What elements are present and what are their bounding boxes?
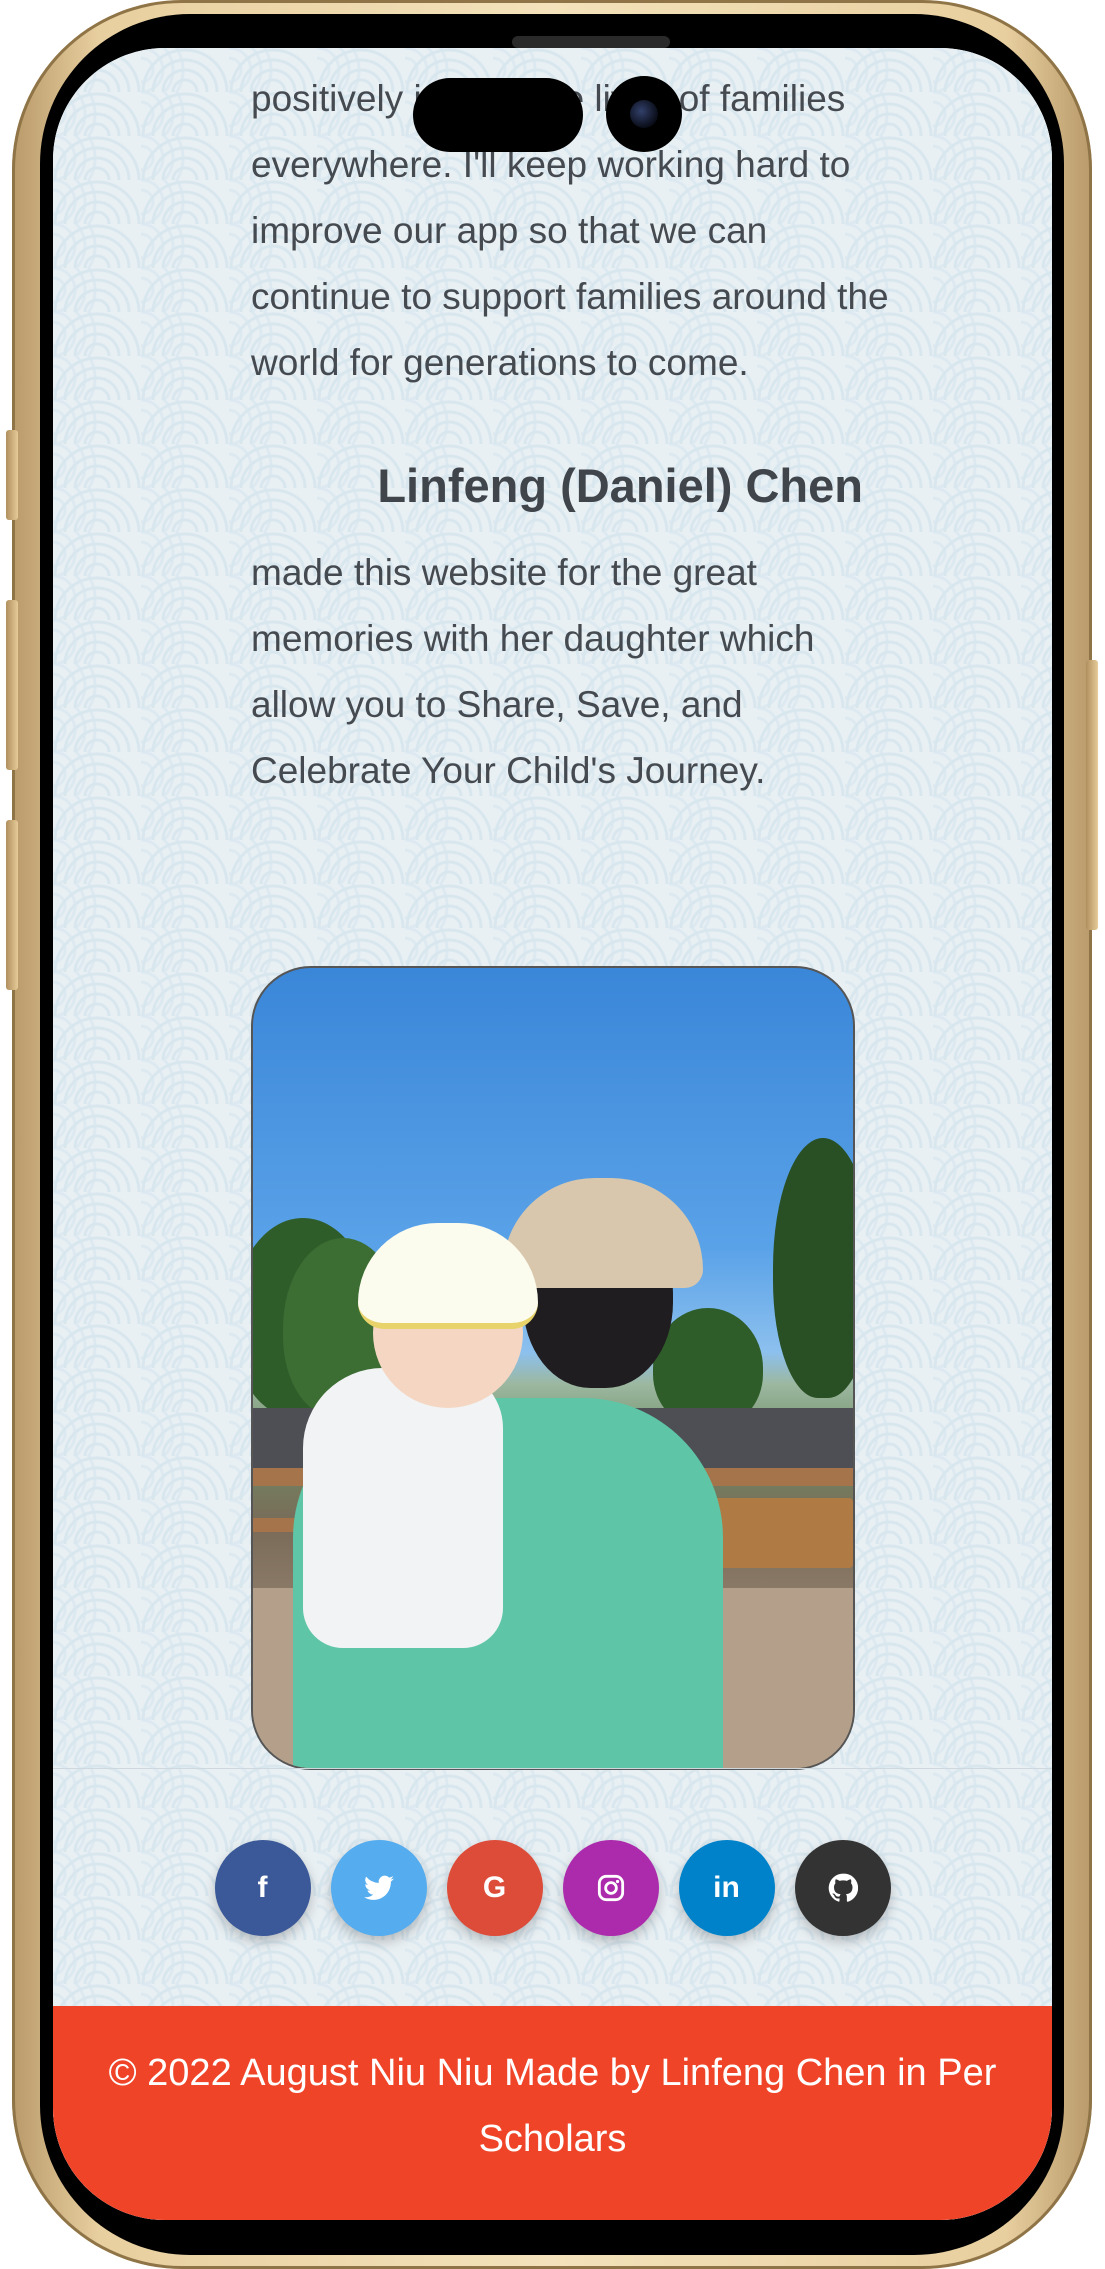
bench: [713, 1498, 853, 1568]
instagram-icon: [597, 1874, 624, 1902]
linkedin-button[interactable]: in: [678, 1840, 775, 1936]
action-button: [6, 430, 18, 520]
twitter-icon: [363, 1875, 394, 1900]
camera-lens-icon: [630, 100, 658, 128]
author-name: Linfeng (Daniel) Chen: [377, 459, 863, 512]
instagram-button[interactable]: [562, 1840, 659, 1936]
power-button: [1086, 660, 1098, 930]
tree-shape: [773, 1138, 853, 1398]
google-icon: G: [482, 1871, 507, 1904]
section-divider: [53, 1768, 1052, 1769]
github-icon: [828, 1873, 858, 1902]
family-photo: [251, 966, 855, 1770]
twitter-button[interactable]: [330, 1840, 427, 1936]
linkedin-icon: in: [713, 1871, 740, 1904]
footer: © 2022 August Niu Niu Made by Linfeng Ch…: [53, 2006, 1052, 2220]
screen: positively impact the lives of families …: [53, 48, 1052, 2220]
volume-down-button: [6, 820, 18, 990]
speaker-grille: [512, 36, 670, 48]
footer-copyright: © 2022 August Niu Niu Made by Linfeng Ch…: [108, 2052, 997, 2160]
google-button[interactable]: G: [446, 1840, 543, 1936]
dynamic-island: [413, 78, 583, 152]
page-content: positively impact the lives of families …: [53, 48, 1052, 2220]
facebook-icon: f: [257, 1871, 268, 1904]
author-bio: made this website for the great memories…: [251, 552, 815, 791]
baby-body: [303, 1368, 503, 1648]
man-cap: [503, 1178, 703, 1288]
volume-up-button: [6, 600, 18, 770]
front-camera: [606, 76, 682, 152]
facebook-button[interactable]: f: [214, 1840, 311, 1936]
github-button[interactable]: [794, 1840, 891, 1936]
social-links: f G in: [53, 1840, 1052, 1936]
